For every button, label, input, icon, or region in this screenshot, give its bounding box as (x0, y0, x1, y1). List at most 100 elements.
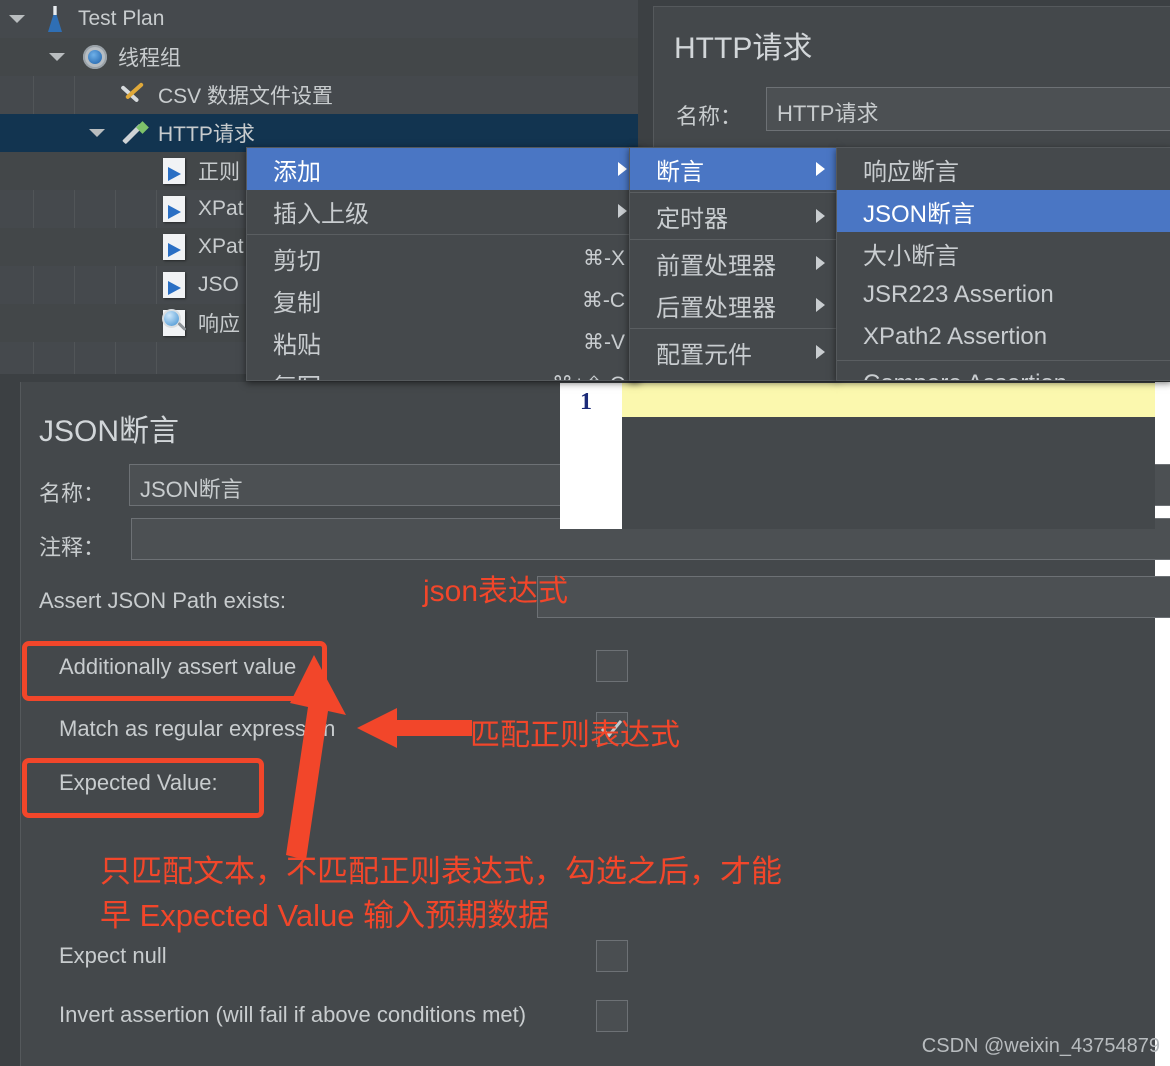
menu-item-label: 粘贴 (273, 331, 321, 359)
doc-arrow-icon (160, 232, 190, 262)
menu-item-label: 复制 (273, 289, 321, 317)
tree-toggle[interactable] (44, 38, 70, 76)
submenu-item-compare-assertion[interactable]: Compare Assertion (837, 363, 1170, 380)
json-assertion-title: JSON断言 (39, 415, 180, 448)
assertion-name-label: 名称： (39, 481, 106, 506)
menu-item-copy[interactable]: 复制 ⌘-C (247, 279, 639, 321)
menu-item-label: 前置处理器 (656, 252, 776, 280)
expected-value-active-line (622, 383, 1155, 417)
menu-separator (630, 192, 837, 193)
submenu-item-size-assertion[interactable]: 大小断言 (837, 232, 1170, 274)
menu-item-label: 剪切 (273, 247, 321, 275)
menu-item-label: 断言 (656, 158, 704, 186)
expected-value-line-number: 1 (580, 389, 592, 415)
tree-item-label: Test Plan (78, 7, 165, 30)
http-name-value: HTTP请求 (777, 101, 879, 126)
tree-toggle[interactable] (4, 0, 30, 38)
flask-icon (40, 4, 70, 34)
menu-separator (837, 360, 1170, 361)
submenu-item-assertions[interactable]: 断言 (630, 148, 837, 190)
tree-toggle-spacer (124, 190, 150, 228)
expected-value-gutter: 1 (560, 383, 622, 529)
expect-null-checkbox[interactable] (596, 940, 628, 972)
submenu-item-jsr223-assertion[interactable]: JSR223 Assertion (837, 274, 1170, 316)
menu-item-add[interactable]: 添加 (247, 148, 639, 190)
tree-item-label: XPat (198, 235, 244, 258)
tree-item-label: XPat (198, 197, 244, 220)
menu-item-label: JSON断言 (863, 200, 976, 228)
assert-json-path-input[interactable] (537, 576, 1170, 618)
expected-value-editor[interactable]: 1 (560, 383, 1155, 529)
submenu-item-response-assertion[interactable]: 响应断言 (837, 148, 1170, 190)
submenu-item-json-assertion[interactable]: JSON断言 (837, 190, 1170, 232)
menu-item-label: 大小断言 (863, 242, 959, 270)
gear-icon (80, 42, 110, 72)
menu-item-label: XPath2 Assertion (863, 323, 1048, 350)
match-as-regular-expression-label: Match as regular expression (59, 716, 336, 741)
watermark: CSDN @weixin_43754879 (921, 1035, 1160, 1057)
menu-item-insert-parent[interactable]: 插入上级 (247, 190, 639, 232)
invert-assertion-label: Invert assertion (will fail if above con… (59, 1002, 527, 1027)
magnifier-icon (160, 308, 190, 338)
menu-item-accelerator: ⌘+⇧-C (552, 372, 625, 381)
submenu-item-timers[interactable]: 定时器 (630, 195, 837, 237)
assert-json-path-label: Assert JSON Path exists: (39, 588, 286, 613)
tree-item-label: 响应 (198, 313, 240, 336)
annotation-note-line-2: 早 Expected Value 输入预期数据 (100, 898, 550, 933)
tree-item-label: HTTP请求 (158, 123, 255, 146)
expect-null-label: Expect null (59, 943, 167, 968)
submenu-add[interactable]: 断言 定时器 前置处理器 后置处理器 配置元件 (629, 147, 838, 381)
doc-arrow-icon (160, 194, 190, 224)
tree-item-label: JSO (198, 273, 239, 296)
additionally-assert-value-label: Additionally assert value (59, 654, 297, 679)
app-window: Test Plan 线程组 CSV 数据文件设置 HTTP请求 正则 XPat … (0, 0, 1170, 1066)
http-request-title: HTTP请求 (674, 32, 813, 65)
submenu-item-xpath2-assertion[interactable]: XPath2 Assertion (837, 316, 1170, 358)
expected-value-label: Expected Value: (59, 770, 218, 795)
tree-item-thread-group[interactable]: 线程组 (0, 38, 638, 76)
submenu-item-pre-processors[interactable]: 前置处理器 (630, 242, 837, 284)
chevron-right-icon (816, 209, 825, 223)
tree-toggle-spacer (124, 228, 150, 266)
annotation-json-expression: json表达式 (423, 575, 569, 608)
menu-item-accelerator: ⌘-V (583, 330, 625, 354)
chevron-right-icon (618, 204, 627, 218)
menu-item-duplicate[interactable]: 复写 ⌘+⇧-C (247, 363, 639, 381)
menu-separator (247, 234, 639, 235)
tree-item-label: CSV 数据文件设置 (158, 85, 334, 108)
menu-item-accelerator: ⌘-X (583, 246, 625, 270)
chevron-right-icon (618, 162, 627, 176)
tree-item-label: 正则 (198, 161, 240, 184)
tree-item-csv-data-set[interactable]: CSV 数据文件设置 (0, 76, 638, 114)
menu-item-paste[interactable]: 粘贴 ⌘-V (247, 321, 639, 363)
menu-item-accelerator: ⌘-C (581, 288, 625, 312)
tree-item-test-plan[interactable]: Test Plan (0, 0, 638, 38)
menu-item-label: 添加 (273, 158, 321, 186)
menu-item-label: 后置处理器 (656, 294, 776, 322)
tools-icon (120, 80, 150, 110)
menu-item-label: 插入上级 (273, 200, 369, 228)
top-area: Test Plan 线程组 CSV 数据文件设置 HTTP请求 正则 XPat … (0, 0, 1170, 381)
assertion-comment-label: 注释： (39, 535, 106, 560)
chevron-right-icon (816, 162, 825, 176)
menu-item-cut[interactable]: 剪切 ⌘-X (247, 237, 639, 279)
additionally-assert-value-checkbox[interactable] (596, 650, 628, 682)
invert-assertion-checkbox[interactable] (596, 1000, 628, 1032)
http-name-input[interactable]: HTTP请求 (766, 87, 1170, 131)
submenu-item-config-elements[interactable]: 配置元件 (630, 331, 837, 373)
tree-toggle-spacer (124, 266, 150, 304)
doc-arrow-icon (160, 156, 190, 186)
http-name-label: 名称： (676, 104, 743, 129)
context-menu[interactable]: 添加 插入上级 剪切 ⌘-X 复制 ⌘-C 粘贴 ⌘-V 复写 ⌘ (246, 147, 640, 381)
menu-separator (630, 328, 837, 329)
annotation-note-line-1: 只匹配文本，不匹配正则表达式，勾选之后，才能 (100, 854, 782, 889)
menu-item-label: JSR223 Assertion (863, 281, 1054, 308)
tree-item-label: 线程组 (118, 47, 181, 70)
tree-toggle[interactable] (84, 114, 110, 152)
assertion-name-value: JSON断言 (140, 477, 243, 502)
submenu-item-post-processors[interactable]: 后置处理器 (630, 284, 837, 326)
submenu-assertions[interactable]: 响应断言 JSON断言 大小断言 JSR223 Assertion XPath2… (836, 147, 1170, 381)
chevron-right-icon (816, 256, 825, 270)
expected-value-text-area[interactable] (622, 383, 1155, 529)
menu-item-label: 响应断言 (863, 158, 959, 186)
